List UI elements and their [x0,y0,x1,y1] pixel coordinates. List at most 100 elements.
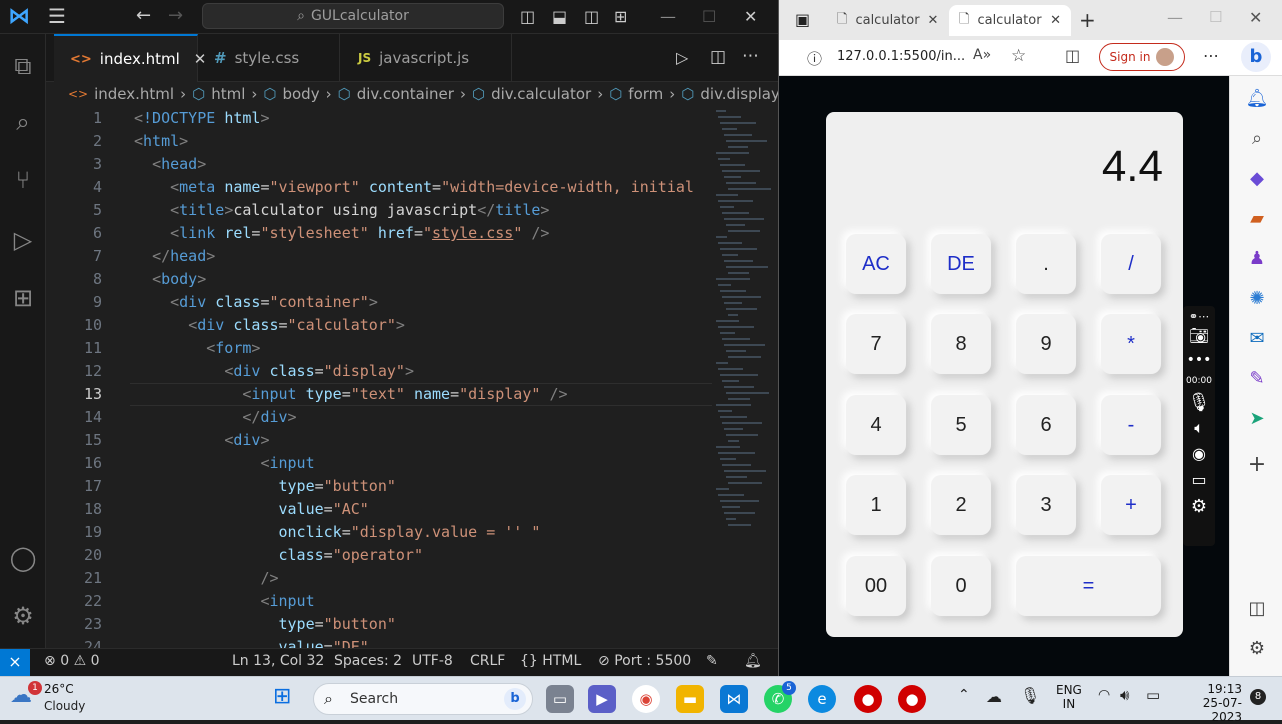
manage-gear-icon[interactable]: ⚙ [7,600,39,632]
code-line[interactable]: </div> [134,406,296,429]
bell-icon[interactable]: 🔔︎ [1244,86,1270,112]
breadcrumb-item[interactable]: html [211,85,245,103]
show-hidden-icons-chevron-up-icon[interactable]: ⌃ [958,687,970,703]
notifications-bell-icon[interactable]: 🔔︎ [744,653,762,669]
taskbar-search-box[interactable]: ⌕ Search b [313,683,533,715]
calc-key[interactable]: DE [931,234,991,294]
calc-key[interactable]: 3 [1016,475,1076,535]
new-tab-icon[interactable]: + [1079,8,1096,32]
problems-indicator[interactable]: ⊗ 0 ⚠ 0 [44,653,100,669]
battery-icon[interactable]: ▭ [1146,686,1160,704]
minimize-icon[interactable]: — [660,7,676,26]
tools-briefcase-icon[interactable]: ▰ [1244,206,1270,232]
code-line[interactable]: <form> [134,337,260,360]
code-line[interactable]: </head> [134,245,215,268]
close-window-icon[interactable]: ✕ [1249,8,1262,27]
code-line[interactable]: type="button" [134,613,396,636]
wifi-icon[interactable]: ◠ [1098,687,1110,703]
more-menu-icon[interactable]: ⋯ [1203,46,1219,65]
file-explorer-icon[interactable]: ▬ [676,685,704,713]
code-line[interactable]: <input type="text" name="display" /> [134,383,567,406]
toggle-panel-icon[interactable]: ⬓ [552,7,567,26]
code-line[interactable]: <input [134,590,314,613]
microphone-icon[interactable]: 🎙︎ [1020,686,1040,705]
code-line[interactable]: class="operator" [134,544,424,567]
code-line[interactable]: <div class="display"> [134,360,414,383]
calc-key[interactable]: 1 [846,475,906,535]
breadcrumb-item[interactable]: div.container [357,85,454,103]
code-line[interactable]: <!DOCTYPE html> [134,107,269,130]
clock[interactable]: 19:13 25-07-2023 [1176,682,1242,724]
calc-key[interactable]: 5 [931,395,991,455]
code-line[interactable]: <link rel="stylesheet" href="style.css" … [134,222,549,245]
maximize-icon[interactable]: ☐ [1209,8,1222,26]
minimap[interactable] [712,106,778,648]
close-window-icon[interactable]: ✕ [744,7,757,26]
code-line[interactable]: <div class="calculator"> [134,314,405,337]
calc-key[interactable]: 0 [931,556,991,616]
add-icon[interactable]: + [1244,452,1270,478]
command-center-search[interactable]: ⌕ GULcalculator [202,3,504,29]
url-field[interactable]: 127.0.0.1:5500/in... [837,49,965,64]
windows-start-icon[interactable]: ⊞ [273,686,291,708]
toggle-secondary-sidebar-icon[interactable]: ◫ [584,7,599,26]
settings-gear-icon[interactable]: ⚙ [1183,496,1215,517]
sign-in-button[interactable]: Sign in [1099,43,1185,71]
browser-tab[interactable]: 🗋︎ calculator ✕ [827,5,945,36]
run-debug-icon[interactable]: ▷ [7,224,39,256]
send-icon[interactable]: ➤ [1244,406,1270,432]
webcam-icon[interactable]: ◉ [1183,444,1215,463]
dots-icon[interactable]: ••• [1183,352,1215,368]
calc-key[interactable]: 9 [1016,314,1076,374]
breadcrumb-item[interactable]: div.display [700,85,778,103]
recorder-icon[interactable]: ● [854,685,882,713]
code-line[interactable]: /> [134,567,278,590]
breadcrumb-item[interactable]: index.html [94,85,174,103]
feedback-icon[interactable]: ✎ [706,653,718,669]
language-indicator[interactable]: ENG IN [1056,683,1082,711]
close-tab-icon[interactable]: ✕ [1050,13,1061,28]
favorite-star-icon[interactable]: ☆ [1011,46,1026,66]
code-line[interactable]: value="AC" [134,498,369,521]
menu-hamburger-icon[interactable]: ☰ [48,4,66,28]
forward-arrow-icon[interactable]: → [168,5,183,26]
cursor-position[interactable]: Ln 13, Col 32 [232,653,324,669]
code-line[interactable]: <meta name="viewport" content="width=dev… [134,176,694,199]
tab-index-html[interactable]: <> index.html ✕ [54,34,206,82]
designer-icon[interactable]: ✎ [1244,366,1270,392]
code-editor[interactable]: <!DOCTYPE html> <html> <head> <meta name=… [134,106,712,648]
maximize-icon[interactable]: ☐ [702,7,716,26]
minimize-icon[interactable]: — [1167,8,1183,27]
shopping-tag-icon[interactable]: ◆ [1244,166,1270,192]
split-editor-icon[interactable]: ◫ [710,47,726,67]
sidebar-toggle-icon[interactable]: ◫ [1244,596,1270,622]
games-icon[interactable]: ♟ [1244,246,1270,272]
code-line[interactable]: type="button" [134,475,396,498]
code-line[interactable]: <input [134,452,314,475]
calculator-display[interactable]: 4.4 [846,142,1163,202]
info-icon[interactable]: ⓘ [807,48,822,69]
code-line[interactable]: <div> [134,429,269,452]
outlook-icon[interactable]: ✉ [1244,326,1270,352]
tab-javascript-js[interactable]: JS javascript.js [342,34,512,82]
search-view-icon[interactable]: ⌕ [7,106,39,138]
read-aloud-icon[interactable]: A» [973,47,991,63]
code-line[interactable]: <body> [134,268,206,291]
notification-count[interactable]: 8 [1250,689,1266,705]
close-tab-icon[interactable]: ✕ [928,13,939,28]
camera-icon[interactable]: 📷︎ [1183,326,1215,345]
weather-desc[interactable]: Cloudy [44,699,85,713]
end-of-line[interactable]: CRLF [470,653,505,669]
accounts-icon[interactable]: ◯ [7,542,39,574]
toggle-primary-sidebar-icon[interactable]: ◫ [520,7,535,26]
language-mode[interactable]: {} HTML [520,653,581,669]
copilot-icon[interactable]: b [1241,42,1271,72]
calc-key[interactable]: * [1101,314,1161,374]
breadcrumb-item[interactable]: div.calculator [491,85,591,103]
calc-key[interactable]: / [1101,234,1161,294]
calc-key[interactable]: - [1101,395,1161,455]
teams-icon[interactable]: ▶ [588,685,616,713]
calc-key[interactable]: 4 [846,395,906,455]
calc-key[interactable]: = [1016,556,1161,616]
encoding[interactable]: UTF-8 [412,653,453,669]
